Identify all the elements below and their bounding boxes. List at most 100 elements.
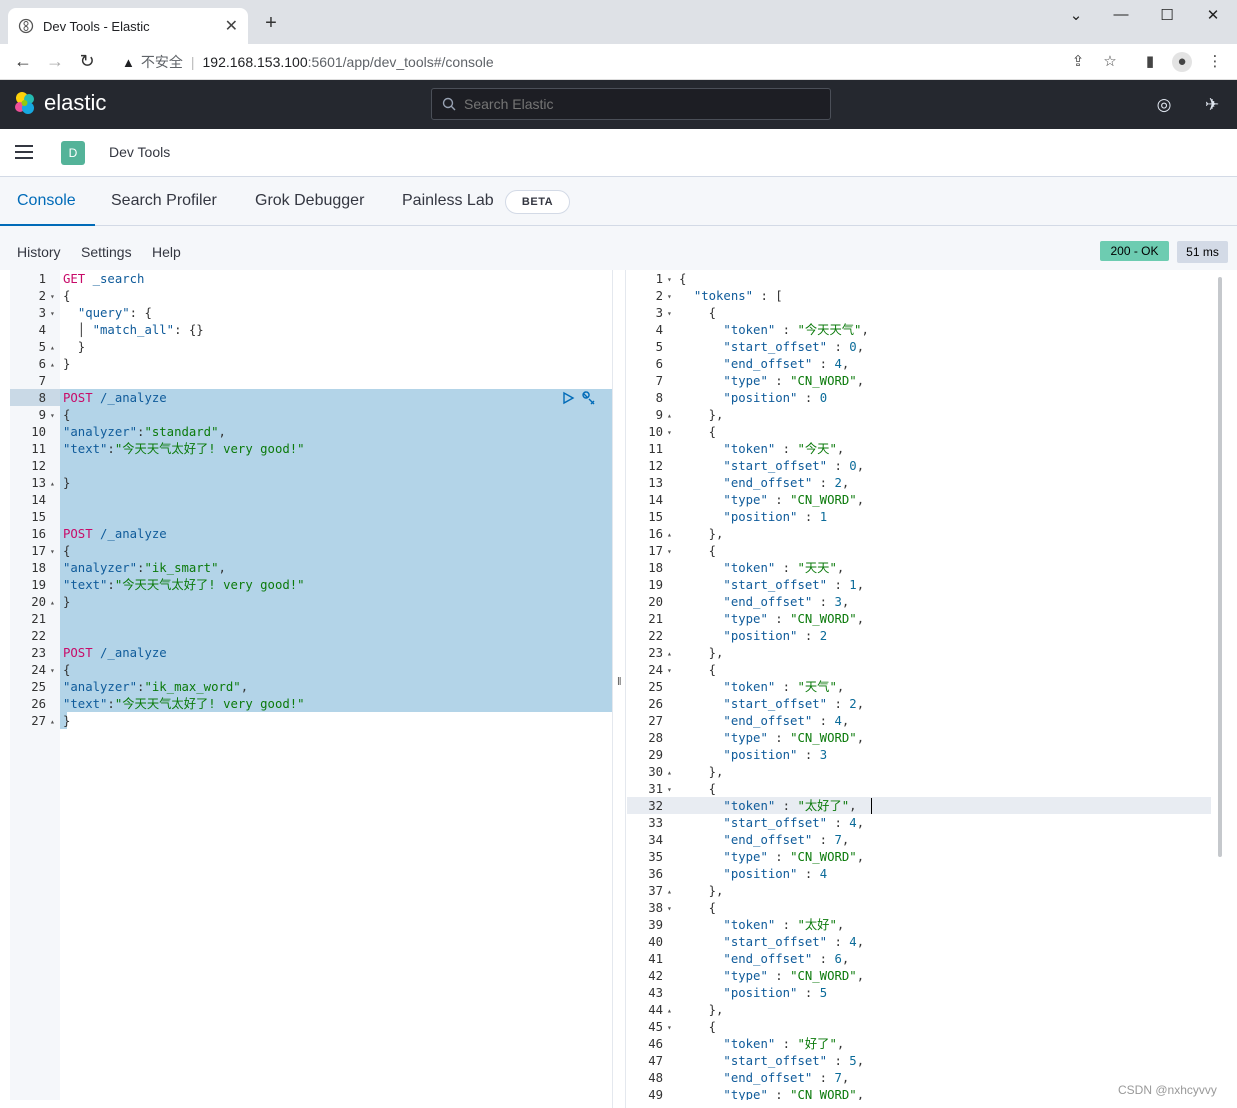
line-number: 11 (648, 442, 663, 456)
reload-icon[interactable]: ↻ (76, 50, 98, 72)
bookmark-star-icon[interactable]: ☆ (1100, 52, 1120, 72)
code-token: 3 (819, 748, 828, 762)
fold-expand-icon[interactable]: ▴ (667, 883, 672, 900)
browser-tab[interactable]: Dev Tools - Elastic ✕ (8, 8, 248, 44)
fold-collapse-icon[interactable]: ▾ (667, 662, 672, 679)
fold-collapse-icon[interactable]: ▾ (667, 781, 672, 798)
code-token: , (856, 935, 865, 949)
line-number: 6 (655, 357, 663, 371)
send-request-play-icon[interactable] (561, 391, 575, 405)
fold-expand-icon[interactable]: ▴ (667, 526, 672, 543)
code-token: 2 (819, 629, 828, 643)
code-token: "今天" (797, 442, 837, 456)
warning-icon[interactable]: ▲ (122, 55, 135, 70)
profile-avatar-icon[interactable]: ● (1172, 52, 1192, 72)
line-number: 19 (31, 578, 46, 592)
side-panel-icon[interactable]: ▮ (1140, 52, 1160, 72)
code-line: }, (679, 407, 724, 424)
settings-link[interactable]: Settings (81, 244, 132, 260)
tab-grok-debugger[interactable]: Grok Debugger (255, 177, 364, 226)
code-token: : (812, 952, 835, 966)
fold-collapse-icon[interactable]: ▾ (50, 305, 55, 322)
code-token: }, (679, 765, 724, 779)
fold-collapse-icon[interactable]: ▾ (50, 407, 55, 424)
code-line: } (63, 356, 70, 373)
fold-expand-icon[interactable]: ▴ (50, 339, 55, 356)
fold-collapse-icon[interactable]: ▾ (667, 1019, 672, 1036)
pane-resizer[interactable]: ‖ (612, 270, 626, 1108)
search-input[interactable] (464, 96, 804, 112)
line-number: 25 (648, 680, 663, 694)
tab-search-icon[interactable]: ⌄ (1066, 6, 1086, 24)
fold-expand-icon[interactable]: ▴ (50, 713, 55, 730)
code-token: : (767, 1088, 791, 1100)
fold-expand-icon[interactable]: ▴ (50, 475, 55, 492)
tab-painless-lab[interactable]: Painless Lab (402, 177, 494, 226)
history-link[interactable]: History (17, 244, 61, 260)
fold-collapse-icon[interactable]: ▾ (667, 543, 672, 560)
code-line: "end_offset" : 7, (679, 1070, 849, 1087)
fold-collapse-icon[interactable]: ▾ (667, 424, 672, 441)
code-token: /_analyze (92, 391, 167, 405)
back-arrow-icon[interactable]: ← (12, 50, 34, 72)
help-link[interactable]: Help (152, 244, 181, 260)
newsfeed-icon[interactable]: ✈ (1201, 94, 1223, 116)
wrench-settings-icon[interactable] (580, 390, 596, 406)
fold-collapse-icon[interactable]: ▾ (667, 271, 672, 288)
forward-arrow-icon[interactable]: → (44, 50, 66, 72)
tab-console[interactable]: Console (0, 177, 95, 226)
menu-hamburger-icon[interactable] (15, 145, 33, 159)
fold-collapse-icon[interactable]: ▾ (50, 662, 55, 679)
close-tab-icon[interactable]: ✕ (225, 16, 238, 36)
code-token: "text" (63, 697, 108, 711)
space-avatar[interactable]: D (61, 141, 85, 165)
line-number: 18 (31, 561, 46, 575)
fold-expand-icon[interactable]: ▴ (667, 407, 672, 424)
fold-collapse-icon[interactable]: ▾ (667, 288, 672, 305)
code-token: : (827, 697, 850, 711)
help-lifebuoy-icon[interactable]: ◎ (1153, 94, 1175, 116)
code-line: "start_offset" : 0, (679, 458, 864, 475)
code-token: "type" (723, 493, 768, 507)
line-number: 41 (648, 952, 663, 966)
new-tab-icon[interactable]: + (260, 12, 282, 34)
fold-collapse-icon[interactable]: ▾ (667, 305, 672, 322)
status-badge: 200 - OK (1100, 241, 1169, 261)
maximize-icon[interactable]: ☐ (1157, 6, 1177, 24)
code-token: , (856, 1088, 865, 1100)
global-search[interactable] (431, 88, 831, 120)
more-menu-icon[interactable]: ⋮ (1205, 52, 1225, 72)
url-field[interactable]: ▲ 不安全 | 192.168.153.100:5601/app/dev_too… (112, 47, 1127, 77)
fold-expand-icon[interactable]: ▴ (667, 645, 672, 662)
line-number: 17 (648, 544, 663, 558)
tab-search-profiler[interactable]: Search Profiler (111, 177, 217, 226)
response-scrollbar[interactable] (1218, 277, 1222, 857)
response-editor[interactable]: 1 ▾ {2 ▾ "tokens" : [3 ▾ {4 "token" : "今天天气"… (627, 270, 1227, 1100)
code-token: "天天" (797, 561, 837, 575)
window-close-icon[interactable]: ✕ (1203, 6, 1223, 24)
fold-expand-icon[interactable]: ▴ (50, 594, 55, 611)
elastic-logo[interactable]: elastic (12, 90, 106, 116)
code-token: "start_offset" (723, 578, 828, 592)
fold-collapse-icon[interactable]: ▾ (50, 543, 55, 560)
fold-collapse-icon[interactable]: ▾ (50, 288, 55, 305)
line-number: 3 (655, 306, 663, 320)
request-time-badge: 51 ms (1177, 241, 1228, 263)
line-number: 18 (648, 561, 663, 575)
line-number: 11 (31, 442, 46, 456)
devtools-tabs: Console Search Profiler Grok Debugger Pa… (0, 177, 1237, 226)
code-token: : (767, 612, 791, 626)
fold-expand-icon[interactable]: ▴ (667, 764, 672, 781)
minimize-icon[interactable]: — (1111, 6, 1131, 23)
code-token: , (841, 833, 850, 847)
share-icon[interactable]: ⇪ (1068, 52, 1088, 72)
code-token: , (836, 918, 845, 932)
fold-expand-icon[interactable]: ▴ (50, 356, 55, 373)
request-editor[interactable]: 1 GET _search 2 ▾{3 ▾ "query": {4 │ "match_a… (10, 270, 612, 1100)
fold-expand-icon[interactable]: ▴ (667, 1002, 672, 1019)
insecure-label[interactable]: 不安全 (141, 52, 183, 72)
code-line: "end_offset" : 6, (679, 951, 849, 968)
fold-collapse-icon[interactable]: ▾ (667, 900, 672, 917)
code-token: , (856, 969, 865, 983)
